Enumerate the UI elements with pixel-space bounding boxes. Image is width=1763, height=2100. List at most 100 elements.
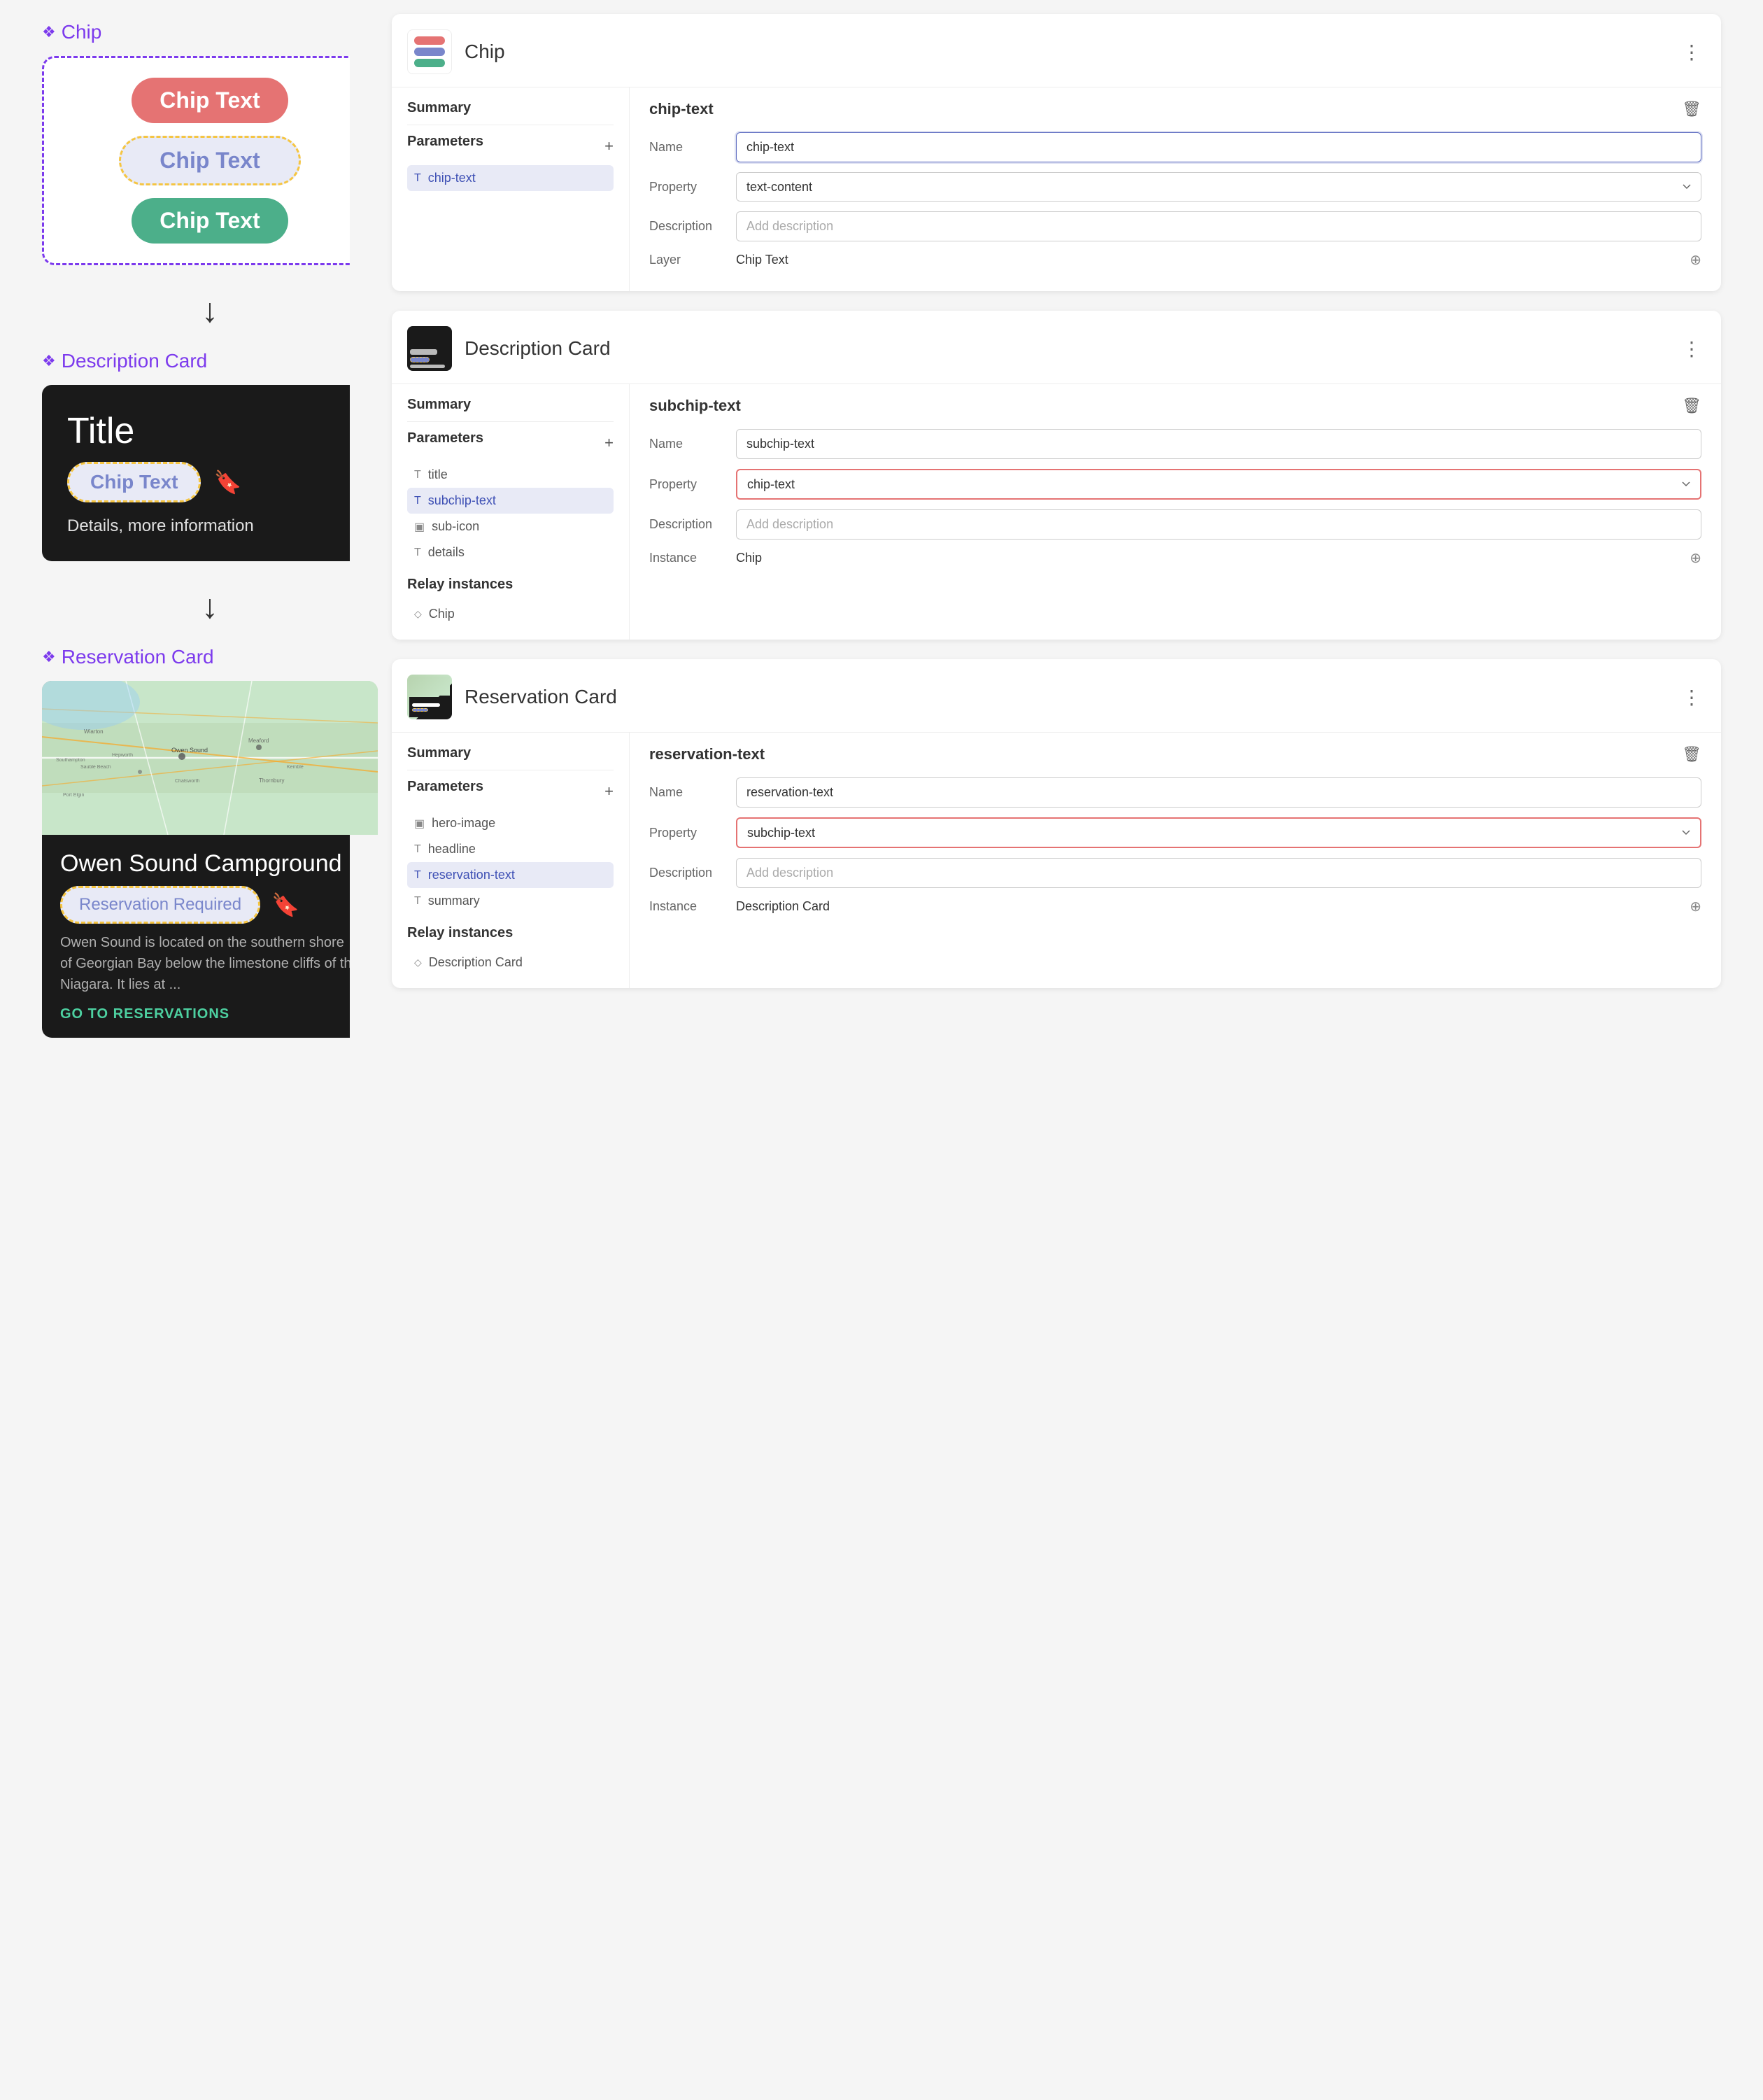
desc-param-title[interactable]: T title xyxy=(407,462,614,488)
chip-card-header: Chip ⋮ xyxy=(392,14,1721,87)
desc-param-details-label: details xyxy=(428,545,465,560)
reservation-prop-right: reservation-text 🗑 Name Property subchip… xyxy=(630,733,1721,988)
description-card-section: ❖ Description Card Title Chip Text 🔖 Det… xyxy=(42,350,329,561)
description-card-thumbnail xyxy=(407,326,452,371)
thumb-chip-red xyxy=(414,36,444,45)
divider-2 xyxy=(407,421,614,422)
reservation-instance-value: Description Card xyxy=(736,899,1680,914)
reservation-prop-left: Summary Parameters + ▣ hero-image T head… xyxy=(392,733,630,988)
thumb-chip-green xyxy=(414,59,444,67)
description-parameters-label: Parameters xyxy=(407,430,483,446)
desc-param-type-img: ▣ xyxy=(414,520,425,534)
res-chip-row: Reservation Required 🔖 xyxy=(60,886,360,924)
desc-param-sub-icon[interactable]: ▣ sub-icon xyxy=(407,514,614,540)
reservation-card-more-button[interactable]: ⋮ xyxy=(1682,686,1701,709)
reservation-card-title-row: Reservation Card xyxy=(407,675,617,719)
description-name-input[interactable] xyxy=(736,429,1701,459)
svg-text:Kemble: Kemble xyxy=(287,765,304,770)
desc-param-type-T-title: T xyxy=(414,469,421,481)
res-param-hero-image[interactable]: ▣ hero-image xyxy=(407,810,614,836)
description-right-card: Description Card ⋮ Summary Parameters + … xyxy=(392,311,1721,640)
reservation-relay-label: Relay instances xyxy=(407,925,614,941)
reservation-trash-button[interactable]: 🗑 xyxy=(1682,745,1701,763)
reservation-add-param-button[interactable]: + xyxy=(604,782,614,801)
description-property-select[interactable]: chip-text xyxy=(736,469,1701,500)
svg-text:Thornbury: Thornbury xyxy=(259,777,284,784)
description-property-label: Property xyxy=(649,477,726,492)
description-card-header: Description Card ⋮ xyxy=(392,311,1721,384)
thumb-desc-detail-line xyxy=(410,365,445,368)
reservation-summary-label: Summary xyxy=(407,745,614,761)
description-prop-right: subchip-text 🗑 Name Property chip-text D… xyxy=(630,384,1721,640)
chip-name-label: Name xyxy=(649,140,726,155)
description-name-row: Name xyxy=(649,429,1701,459)
chip-prop-right: chip-text 🗑 Name Property text-content D… xyxy=(630,87,1721,291)
chip-card-thumbnail xyxy=(407,29,452,74)
svg-text:Hepworth: Hepworth xyxy=(112,753,133,758)
reservation-property-select[interactable]: subchip-text xyxy=(736,817,1701,848)
description-description-label: Description xyxy=(649,517,726,532)
chip-prop-title-row: chip-text 🗑 xyxy=(649,100,1701,118)
desc-chip-outline: Chip Text xyxy=(67,462,201,502)
res-cta-button[interactable]: GO TO RESERVATIONS xyxy=(60,1006,360,1022)
desc-param-subchip-text[interactable]: T subchip-text xyxy=(407,488,614,514)
description-params-row: Parameters + xyxy=(407,430,614,455)
description-relay-chip-label: Chip xyxy=(429,607,455,621)
res-chip-text: Reservation Required xyxy=(79,895,241,914)
res-bookmark-icon: 🔖 xyxy=(271,892,299,918)
chip-param-label: chip-text xyxy=(428,171,476,185)
chip-green: Chip Text xyxy=(132,198,288,244)
description-trash-button[interactable]: 🗑 xyxy=(1682,397,1701,415)
thumb-desc-chip xyxy=(410,357,430,362)
reservation-description-input[interactable]: Add description xyxy=(736,858,1701,888)
reservation-relay-desc-card[interactable]: ◇ Description Card xyxy=(407,950,614,975)
description-instance-value: Chip xyxy=(736,551,1680,565)
description-instance-row: Instance Chip ⊕ xyxy=(649,549,1701,567)
chip-layer-value: Chip Text xyxy=(736,253,1680,267)
description-target-icon[interactable]: ⊕ xyxy=(1690,549,1701,567)
chip-description-input[interactable]: Add description xyxy=(736,211,1701,241)
description-description-placeholder: Add description xyxy=(746,517,833,531)
reservation-params-row: Parameters + xyxy=(407,779,614,803)
chip-card-more-button[interactable]: ⋮ xyxy=(1682,41,1701,64)
desc-param-details[interactable]: T details xyxy=(407,540,614,565)
chip-component-box: Chip Text Chip Text Chip Text xyxy=(42,56,378,265)
left-panel: ❖ Chip Chip Text Chip Text Chip Text ↓ ❖… xyxy=(0,0,350,2100)
description-card-title: Title xyxy=(67,410,353,452)
res-param-reservation-text[interactable]: T reservation-text xyxy=(407,862,614,888)
res-param-headline[interactable]: T headline xyxy=(407,836,614,862)
reservation-target-icon[interactable]: ⊕ xyxy=(1690,898,1701,915)
diamond-icon-2: ❖ xyxy=(42,352,56,370)
description-relay-chip[interactable]: ◇ Chip xyxy=(407,601,614,627)
description-card-more-button[interactable]: ⋮ xyxy=(1682,337,1701,360)
reservation-name-input[interactable] xyxy=(736,777,1701,808)
diamond-icon: ❖ xyxy=(42,23,56,41)
chip-param-chip-text[interactable]: T chip-text xyxy=(407,165,614,191)
desc-param-type-T-details: T xyxy=(414,547,421,559)
reservation-relay-section: Relay instances ◇ Description Card xyxy=(407,925,614,975)
res-param-summary-label: summary xyxy=(428,894,480,908)
res-param-type-T-headline: T xyxy=(414,843,421,856)
chip-name-input[interactable] xyxy=(736,132,1701,162)
description-description-input[interactable]: Add description xyxy=(736,509,1701,540)
chip-target-icon[interactable]: ⊕ xyxy=(1690,251,1701,269)
chip-title-label: Chip xyxy=(62,21,102,43)
chip-section: ❖ Chip Chip Text Chip Text Chip Text xyxy=(42,21,329,265)
res-param-summary[interactable]: T summary xyxy=(407,888,614,914)
chip-red: Chip Text xyxy=(132,78,288,123)
reservation-relay-desc-label: Description Card xyxy=(429,955,523,970)
reservation-headline: Owen Sound Campground xyxy=(60,850,360,878)
arrow-down-1: ↓ xyxy=(201,292,218,330)
res-param-type-T-summary: T xyxy=(414,895,421,908)
chip-outline-text: Chip Text xyxy=(160,148,260,173)
chip-property-select[interactable]: text-content xyxy=(736,172,1701,202)
description-description-row: Description Add description xyxy=(649,509,1701,540)
description-title-label: Description Card xyxy=(62,350,208,372)
reservation-content: Owen Sound Campground Reservation Requir… xyxy=(42,835,378,1038)
desc-chip-row: Chip Text 🔖 xyxy=(67,462,353,502)
svg-text:Meaford: Meaford xyxy=(248,738,269,744)
chip-add-param-button[interactable]: + xyxy=(604,137,614,155)
chip-trash-button[interactable]: 🗑 xyxy=(1682,100,1701,118)
svg-text:Port Elgin: Port Elgin xyxy=(63,793,84,798)
description-add-param-button[interactable]: + xyxy=(604,434,614,452)
